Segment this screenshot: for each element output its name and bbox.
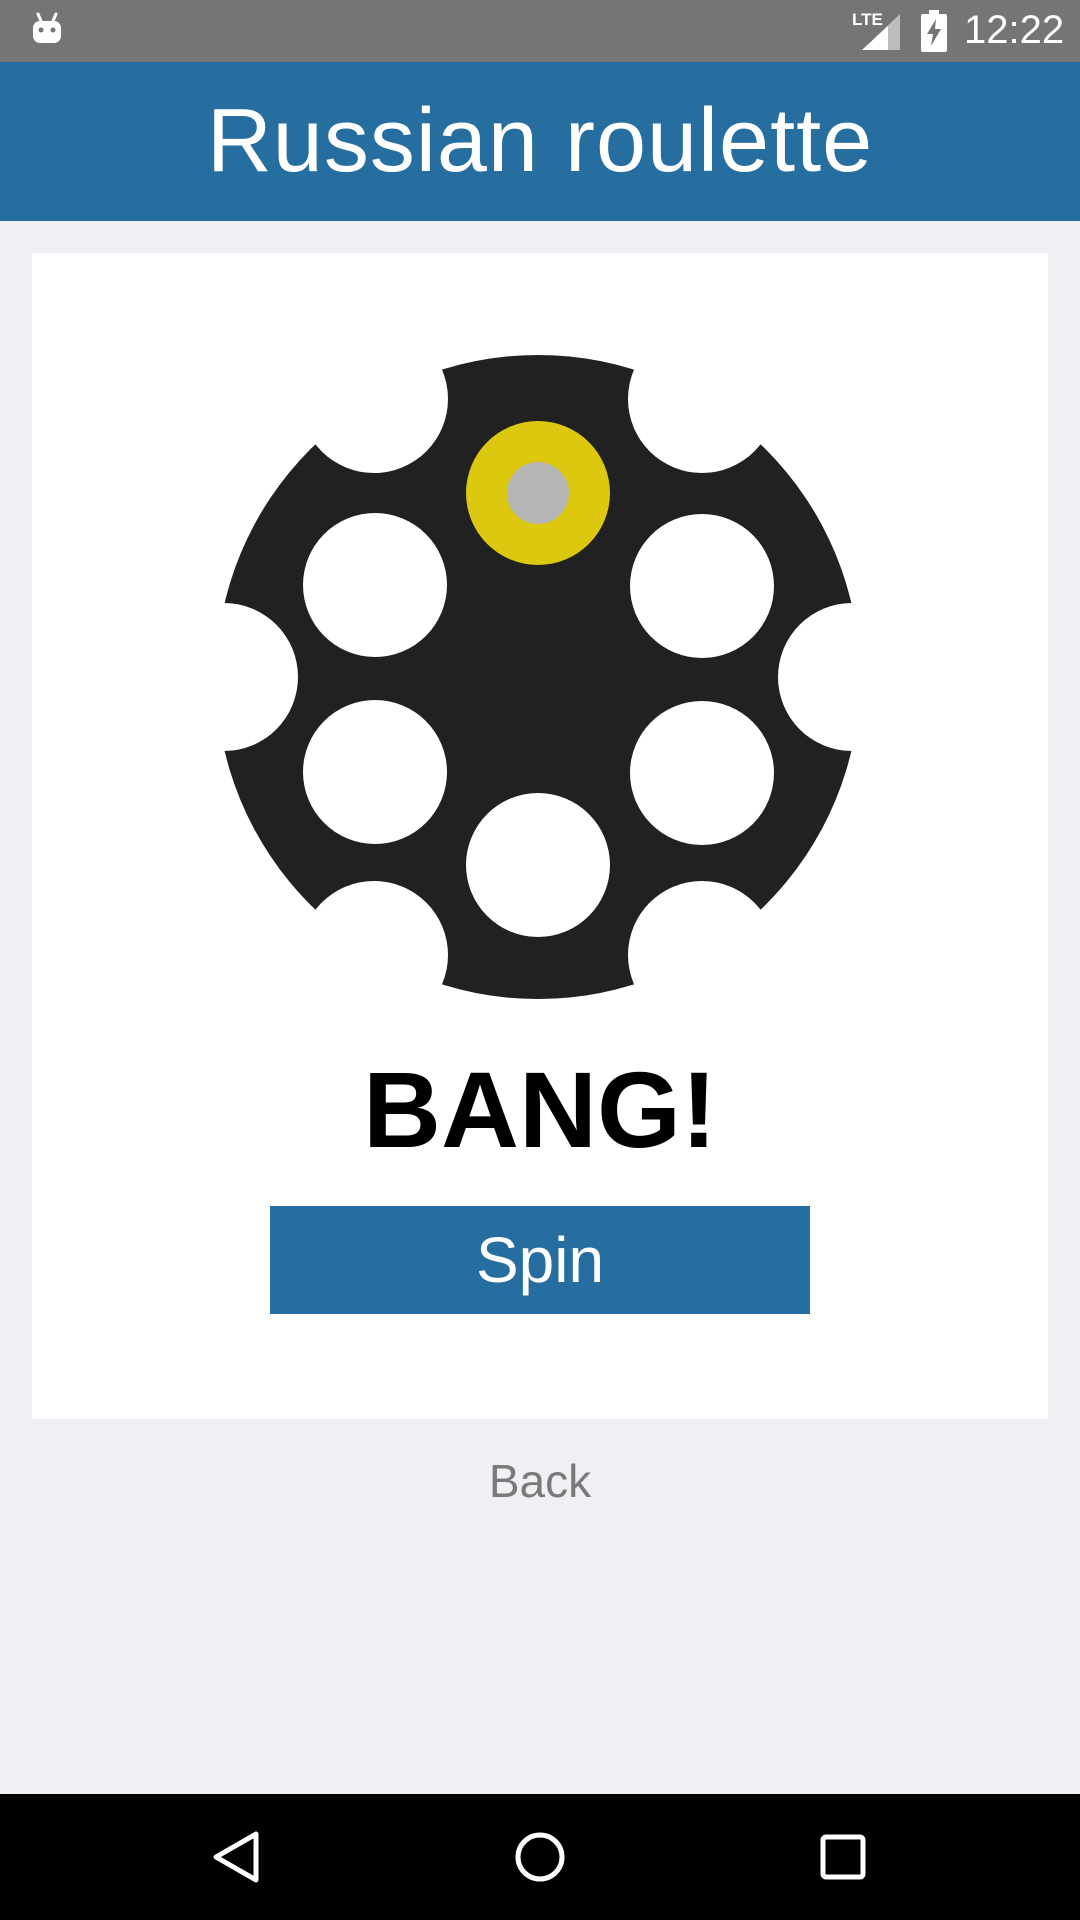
- chamber-lower-left: [303, 700, 447, 844]
- spin-button[interactable]: Spin: [270, 1206, 810, 1314]
- back-button[interactable]: Back: [0, 1454, 1080, 1508]
- android-icon: [33, 12, 61, 43]
- back-triangle-icon[interactable]: [201, 1822, 271, 1892]
- app-bar: Russian roulette: [0, 62, 1080, 221]
- page-title: Russian roulette: [206, 91, 874, 191]
- chamber-lower-right: [630, 701, 774, 845]
- navigation-bar: [0, 1794, 1080, 1920]
- chamber-bottom: [466, 793, 610, 937]
- battery-charging-icon: [921, 10, 947, 52]
- chamber-upper-left: [303, 513, 447, 657]
- status-bar: LTE 12:22: [0, 0, 1080, 62]
- chamber-upper-right: [630, 514, 774, 658]
- result-text: BANG!: [363, 1049, 717, 1170]
- game-card: BANG! Spin: [32, 253, 1048, 1419]
- recents-square-icon[interactable]: [808, 1822, 878, 1892]
- lte-signal-icon: [862, 14, 900, 50]
- bullet-primer: [507, 462, 569, 524]
- clock: 12:22: [964, 8, 1065, 52]
- revolver-cylinder-icon: [218, 355, 858, 999]
- home-circle-icon[interactable]: [505, 1822, 575, 1892]
